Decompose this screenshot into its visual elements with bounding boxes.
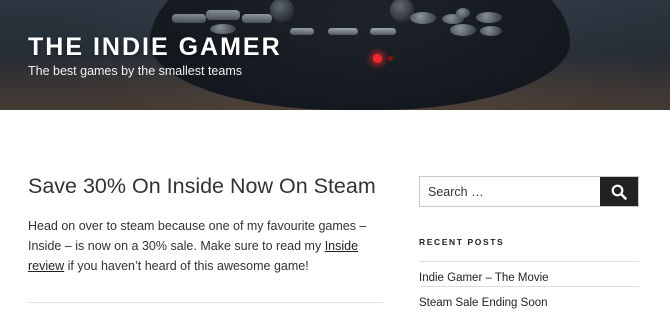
recent-post-link[interactable]: Indie Gamer – The Movie	[419, 272, 549, 284]
site-title[interactable]: THE INDIE GAMER	[28, 33, 282, 62]
post-title[interactable]: Save 30% On Inside Now On Steam	[28, 174, 376, 199]
list-item: Steam Sale Ending Soon	[419, 286, 639, 311]
post-body-text: if you haven’t heard of this awesome gam…	[64, 259, 309, 273]
site-header: THE INDIE GAMER The best games by the sm…	[0, 0, 670, 110]
recent-posts-list: Indie Gamer – The Movie Steam Sale Endin…	[419, 261, 639, 311]
post-divider	[28, 302, 383, 303]
search-button[interactable]	[600, 177, 638, 206]
site-tagline: The best games by the smallest teams	[28, 64, 242, 78]
search-form	[419, 176, 639, 207]
search-icon	[611, 184, 627, 200]
recent-posts-title: RECENT POSTS	[419, 237, 505, 247]
recent-post-link[interactable]: Steam Sale Ending Soon	[419, 297, 548, 309]
list-item: Indie Gamer – The Movie	[419, 261, 639, 286]
search-input[interactable]	[420, 177, 600, 206]
post-body-text: Head on over to steam because one of my …	[28, 219, 367, 253]
post-body: Head on over to steam because one of my …	[28, 216, 388, 276]
